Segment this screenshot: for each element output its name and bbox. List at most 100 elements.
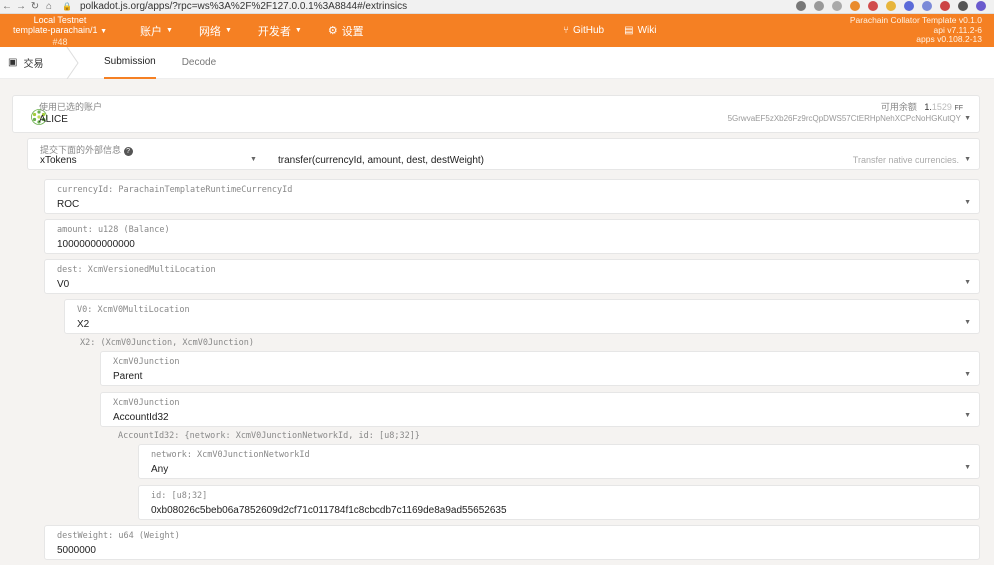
param-amount: amount: u128 (Balance) 10000000000000: [44, 219, 980, 254]
chevron-down-icon: ▼: [294, 27, 302, 34]
chevron-down-icon: ▼: [964, 319, 971, 326]
balance: 可用余额 1.1529 FF: [881, 100, 963, 113]
param-label: currencyId: ParachainTemplateRuntimeCurr…: [57, 185, 293, 195]
x2-label: X2: (XcmV0Junction, XcmV0Junction): [80, 338, 254, 348]
balance-label: 可用余额: [880, 102, 917, 112]
param-label: id: [u8;32]: [151, 491, 208, 501]
extrinsic-form: 使用已选的账户 ALICE 可用余额 1.1529 FF 5GrwvaEF5zX…: [0, 95, 994, 565]
balance-dec: 1529: [931, 102, 952, 112]
param-id: id: [u8;32] 0xb08026c5beb06a7852609d2cf7…: [138, 485, 980, 520]
block-number: #48: [52, 36, 68, 47]
param-label: XcmV0Junction: [113, 357, 180, 367]
id-input[interactable]: 0xb08026c5beb06a7852609d2cf71c011784f1c8…: [151, 505, 507, 516]
account-label: 使用已选的账户: [39, 102, 103, 112]
account-name: ALICE: [39, 114, 68, 125]
param-label: destWeight: u64 (Weight): [57, 531, 180, 541]
puzzle-icon[interactable]: [958, 1, 968, 11]
extension-icon[interactable]: [940, 1, 950, 11]
breadcrumb-separator: [66, 47, 79, 79]
menu-item-network[interactable]: 网络 ▼: [199, 23, 232, 39]
extension-icon[interactable]: [814, 1, 824, 11]
param-value: Any: [151, 464, 169, 475]
param-junction-parent[interactable]: XcmV0Junction Parent ▼: [100, 351, 980, 386]
call-select[interactable]: transfer(currencyId, amount, dest, destW…: [278, 155, 484, 166]
param-network[interactable]: network: XcmV0JunctionNetworkId Any ▼: [138, 444, 980, 479]
param-junction-account[interactable]: XcmV0Junction AccountId32 ▼: [100, 392, 980, 427]
extension-icon[interactable]: [922, 1, 932, 11]
menu-item-developer[interactable]: 开发者 ▼: [258, 23, 302, 39]
chevron-down-icon: ▼: [964, 279, 971, 286]
book-icon: ▤: [624, 25, 634, 36]
extension-icon[interactable]: [904, 1, 914, 11]
chevron-down-icon: ▼: [224, 27, 232, 34]
back-icon[interactable]: ←: [0, 1, 14, 12]
section-title: ▣ 交易: [0, 55, 70, 70]
extrinsic-icon: ▣: [8, 57, 18, 68]
tab-decode[interactable]: Decode: [182, 47, 216, 79]
browser-toolbar: ← → ↻ ⌂ 🔒 polkadot.js.org/apps/?rpc=ws%3…: [0, 0, 994, 14]
section-label: 交易: [23, 59, 44, 70]
github-link[interactable]: ⑂ GitHub: [563, 25, 604, 36]
account-address: 5GrwvaEF5zXb26Fz9rcQpDWS57CtERHpNehXCPcN…: [727, 114, 961, 123]
chain-name: Local Testnet: [33, 14, 87, 25]
pallet-select[interactable]: xTokens: [40, 155, 77, 166]
app-header: Local Testnet template-parachain/1 ▼ #48…: [0, 14, 994, 47]
param-dest[interactable]: dest: XcmVersionedMultiLocation V0 ▼: [44, 259, 980, 294]
chevron-down-icon: ▼: [250, 156, 257, 163]
balance-unit: FF: [954, 105, 963, 112]
param-label: XcmV0Junction: [113, 398, 180, 408]
amount-input[interactable]: 10000000000000: [57, 239, 135, 250]
account-selector[interactable]: 使用已选的账户 ALICE 可用余额 1.1529 FF 5GrwvaEF5zX…: [12, 95, 980, 133]
accountid32-label: AccountId32: {network: XcmV0JunctionNetw…: [118, 431, 420, 441]
menu-item-settings[interactable]: ⚙ 设置: [328, 23, 364, 39]
extension-icon[interactable]: [796, 1, 806, 11]
reload-icon[interactable]: ↻: [28, 1, 42, 12]
star-icon[interactable]: [832, 1, 842, 11]
chevron-down-icon: ▼: [964, 115, 971, 122]
extension-icon[interactable]: [886, 1, 896, 11]
chevron-down-icon: ▼: [964, 464, 971, 471]
weight-input[interactable]: 5000000: [57, 545, 96, 556]
main-menu: 账户 ▼ 网络 ▼ 开发者 ▼ ⚙ 设置: [140, 23, 364, 39]
extrinsic-selector: 提交下面的外部信息 ? xTokens ▼ transfer(currencyI…: [27, 138, 980, 170]
call-description: Transfer native currencies.: [852, 155, 959, 165]
home-icon[interactable]: ⌂: [42, 1, 56, 12]
external-links: ⑂ GitHub ▤ Wiki: [563, 25, 656, 36]
address-bar[interactable]: polkadot.js.org/apps/?rpc=ws%3A%2F%2F127…: [80, 1, 407, 12]
param-value: ROC: [57, 199, 80, 210]
chevron-down-icon: ▼: [964, 156, 971, 163]
version-apps: apps v0.108.2-13: [916, 34, 982, 45]
version-info: Parachain Collator Template v0.1.0 api v…: [850, 16, 982, 45]
extension-icon[interactable]: [868, 1, 878, 11]
chevron-down-icon: ▼: [964, 412, 971, 419]
param-value: V0: [57, 279, 70, 290]
help-icon[interactable]: ?: [123, 147, 133, 156]
forward-icon[interactable]: →: [14, 1, 28, 12]
menu-item-accounts[interactable]: 账户 ▼: [140, 23, 173, 39]
branch-icon: ⑂: [563, 25, 569, 36]
balance-int: 1.: [924, 102, 932, 112]
settings-icon: ⚙: [327, 25, 338, 37]
param-label: amount: u128 (Balance): [57, 225, 170, 235]
chevron-down-icon: ▼: [964, 371, 971, 378]
param-label: network: XcmV0JunctionNetworkId: [151, 450, 310, 460]
profile-avatar[interactable]: [976, 1, 986, 11]
param-v0[interactable]: V0: XcmV0MultiLocation X2 ▼: [64, 299, 980, 334]
param-dest-weight: destWeight: u64 (Weight) 5000000: [44, 525, 980, 560]
chevron-down-icon: ▼: [964, 199, 971, 206]
tab-submission[interactable]: Submission: [104, 47, 156, 79]
extension-icon[interactable]: [850, 1, 860, 11]
sub-navigation: ▣ 交易 Submission Decode: [0, 47, 994, 79]
chain-selector[interactable]: Local Testnet template-parachain/1 ▼ #48: [0, 15, 120, 47]
param-label: dest: XcmVersionedMultiLocation: [57, 265, 216, 275]
wiki-link[interactable]: ▤ Wiki: [624, 25, 656, 36]
param-value: Parent: [113, 371, 143, 382]
lock-icon: 🔒: [62, 2, 72, 11]
param-currency-id[interactable]: currencyId: ParachainTemplateRuntimeCurr…: [44, 179, 980, 214]
param-label: V0: XcmV0MultiLocation: [77, 305, 190, 315]
param-value: AccountId32: [113, 412, 169, 423]
chevron-down-icon: ▼: [166, 27, 173, 34]
browser-extensions: [796, 1, 986, 11]
chain-sub: template-parachain/1 ▼: [12, 24, 107, 35]
param-value: X2: [77, 319, 90, 330]
